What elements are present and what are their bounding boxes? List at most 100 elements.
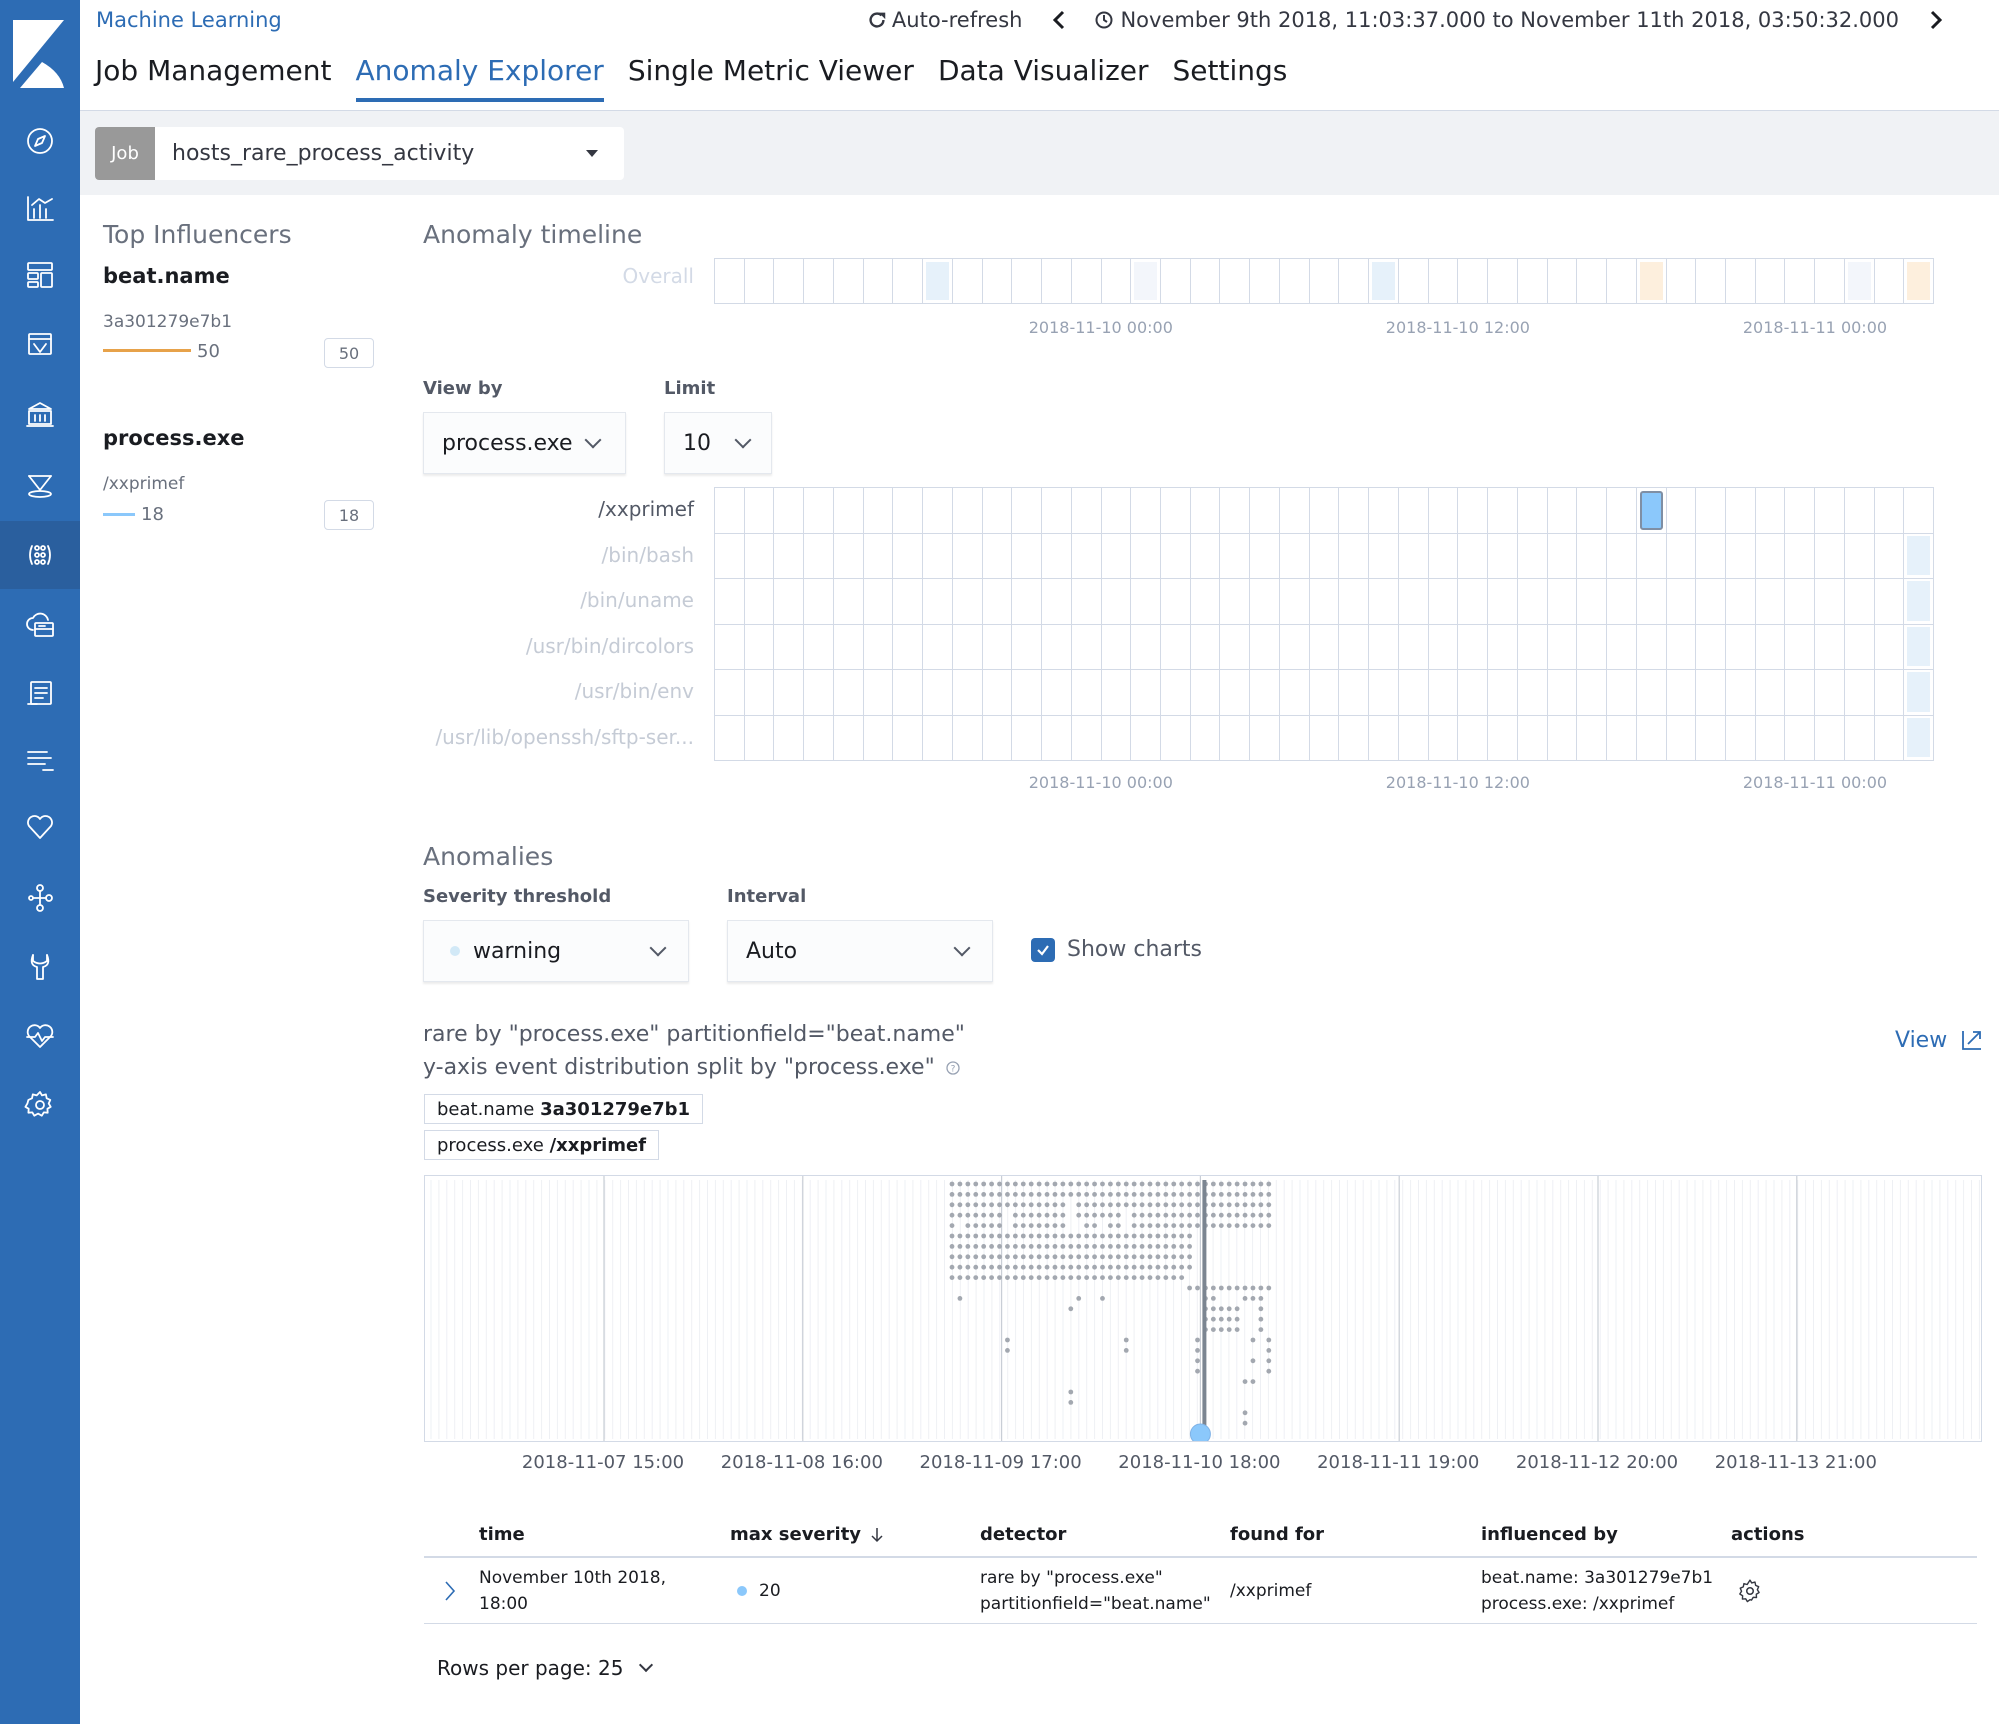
swimlane-cell[interactable] [1280, 578, 1310, 624]
swimlane-cell[interactable] [1250, 532, 1280, 578]
swimlane-cell[interactable] [1399, 259, 1429, 303]
swimlane-cell[interactable] [1875, 259, 1905, 303]
swimlane-cell[interactable] [1310, 532, 1340, 578]
swimlane-cell[interactable] [1577, 623, 1608, 669]
swimlane-cell[interactable] [1488, 623, 1518, 669]
swimlane-cell[interactable] [1012, 259, 1043, 303]
swimlane-cell[interactable] [745, 669, 775, 715]
swimlane-cell[interactable] [1042, 714, 1072, 760]
view-by-select[interactable]: process.exe [423, 412, 626, 474]
tab-data-visualizer[interactable]: Data Visualizer [938, 54, 1161, 101]
swimlane-cell[interactable] [1339, 623, 1370, 669]
swimlane-cell[interactable] [1399, 488, 1429, 533]
swimlane-cell[interactable] [1548, 259, 1578, 303]
swimlane-cell[interactable] [1161, 578, 1191, 624]
swimlane-cell[interactable] [1548, 714, 1578, 760]
swimlane-cell[interactable] [745, 578, 775, 624]
swimlane-cell[interactable] [893, 488, 924, 533]
swimlane-cell[interactable] [1131, 669, 1162, 715]
swimlane-cell[interactable] [864, 578, 894, 624]
time-next-button[interactable] [1929, 10, 1943, 30]
swimlane-cell[interactable] [1875, 488, 1905, 533]
swimlane-cell[interactable] [804, 669, 834, 715]
swimlane-cell[interactable] [1845, 714, 1875, 760]
swimlane-cell[interactable] [1220, 669, 1251, 715]
swimlane-cell[interactable] [745, 623, 775, 669]
column-header-max-severity[interactable]: max severity [730, 1524, 885, 1545]
swimlane-cell[interactable] [893, 578, 924, 624]
swimlane-cell[interactable] [715, 532, 745, 578]
swimlane-cell[interactable] [1875, 578, 1905, 624]
swimlane-cell[interactable] [1369, 488, 1399, 533]
swimlane-cell[interactable] [1637, 714, 1667, 760]
swimlane-cell[interactable] [1637, 578, 1667, 624]
swimlane-cell[interactable] [1012, 488, 1043, 533]
swimlane-cell[interactable] [1607, 578, 1637, 624]
swimlane-cell[interactable] [774, 714, 805, 760]
swimlane-cell[interactable] [1012, 669, 1043, 715]
swimlane-cell[interactable] [1191, 578, 1221, 624]
swimlane-cell[interactable] [1637, 259, 1667, 303]
swimlane-cell[interactable] [715, 259, 745, 303]
swimlane-cell[interactable] [1310, 578, 1340, 624]
swimlane-cell[interactable] [1102, 488, 1132, 533]
swimlane-cell[interactable] [923, 488, 953, 533]
swimlane-cell[interactable] [923, 259, 953, 303]
swimlane-cell[interactable] [1072, 532, 1102, 578]
checkbox-checked-icon[interactable] [1031, 937, 1055, 962]
swimlane-cell[interactable] [1399, 578, 1429, 624]
swimlane-cell[interactable] [893, 259, 924, 303]
swimlane-cell[interactable] [1637, 669, 1667, 715]
swimlane-cell[interactable] [1726, 488, 1756, 533]
swimlane-cell[interactable] [1369, 532, 1399, 578]
swimlane-cell[interactable] [1785, 532, 1816, 578]
sidebar-item-siem[interactable] [0, 793, 80, 861]
swimlane-cell[interactable] [1280, 488, 1310, 533]
swimlane-cell[interactable] [1131, 714, 1162, 760]
swimlane-cell[interactable] [1726, 669, 1756, 715]
swimlane-cell[interactable] [1577, 578, 1608, 624]
swimlane-cell[interactable] [864, 532, 894, 578]
swimlane-cell[interactable] [1518, 488, 1548, 533]
sidebar-item-visualize[interactable] [0, 174, 80, 242]
swimlane-cell[interactable] [1191, 532, 1221, 578]
swimlane-cell[interactable] [1012, 714, 1043, 760]
swimlane-cell[interactable] [1369, 623, 1399, 669]
swimlane-cell[interactable] [1250, 578, 1280, 624]
swimlane-cell[interactable] [774, 259, 805, 303]
swimlane-cell[interactable] [1488, 259, 1518, 303]
swimlane-cell[interactable] [1756, 578, 1786, 624]
swimlane-cell[interactable] [1815, 623, 1845, 669]
swimlane-cell[interactable] [1904, 578, 1933, 624]
sidebar-item-discover[interactable] [0, 107, 80, 175]
swimlane-cell[interactable] [804, 488, 834, 533]
swimlane-cell[interactable] [1785, 669, 1816, 715]
swimlane-cell[interactable] [1191, 488, 1221, 533]
swimlane-cell[interactable] [1339, 532, 1370, 578]
swimlane-cell[interactable] [1577, 259, 1608, 303]
swimlane-cell[interactable] [1518, 623, 1548, 669]
swimlane-cell[interactable] [1012, 623, 1043, 669]
swimlane-cell[interactable] [1548, 669, 1578, 715]
swimlane-cell[interactable] [1369, 714, 1399, 760]
swimlane-cell[interactable] [1696, 669, 1726, 715]
swimlane-cell[interactable] [1310, 669, 1340, 715]
swimlane-cell[interactable] [745, 259, 775, 303]
swimlane-cell[interactable] [774, 488, 805, 533]
swimlane-cell[interactable] [923, 578, 953, 624]
app-title-link[interactable]: Machine Learning [96, 8, 282, 32]
swimlane-cell[interactable] [1518, 669, 1548, 715]
swimlane-cell[interactable] [983, 669, 1013, 715]
expand-row-chevron-icon[interactable] [443, 1580, 457, 1602]
swimlane-cell[interactable] [1310, 488, 1340, 533]
swimlane-cell[interactable] [1131, 623, 1162, 669]
swimlane-cell[interactable] [1845, 259, 1875, 303]
swimlane-cell[interactable] [715, 623, 745, 669]
swimlane-cell[interactable] [1429, 488, 1459, 533]
swimlane-cell[interactable] [1310, 714, 1340, 760]
swimlane-cell[interactable] [1250, 259, 1280, 303]
swimlane-cell[interactable] [983, 578, 1013, 624]
swimlane-cell[interactable] [1756, 714, 1786, 760]
tab-anomaly-explorer[interactable]: Anomaly Explorer [355, 54, 616, 102]
swimlane-cell[interactable] [1904, 259, 1933, 303]
